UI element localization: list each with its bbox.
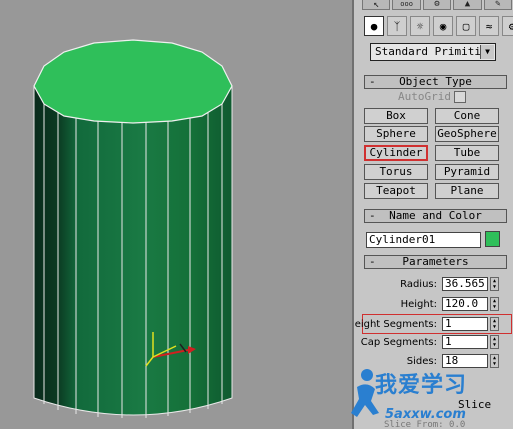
create-category-icons: ● ᛉ ☼ ◉ ▢ ≈ ⚙ (364, 16, 513, 38)
height-segments-field[interactable]: 1 (442, 317, 488, 331)
pyramid-button[interactable]: Pyramid (435, 164, 499, 180)
radius-field[interactable]: 36.565 (442, 277, 488, 291)
plane-button[interactable]: Plane (435, 183, 499, 199)
object-color-swatch[interactable] (485, 231, 500, 247)
panel-tabs: ↖ ooo ⚙ ▲ ✎ (362, 0, 513, 10)
height-segments-spinner[interactable]: ▲ ▼ (490, 317, 499, 331)
height-field[interactable]: 120.0 (442, 297, 488, 311)
spacewarps-icon[interactable]: ≈ (479, 16, 499, 36)
rollout-title: Parameters (402, 255, 469, 268)
shapes-icon[interactable]: ᛉ (387, 16, 407, 36)
parameters-rollout-header[interactable]: - Parameters (364, 255, 507, 269)
teapot-button[interactable]: Teapot (364, 183, 428, 199)
geometry-icon[interactable]: ● (364, 16, 384, 36)
object-type-rollout-header[interactable]: - Object Type (364, 75, 507, 89)
autogrid-label: AutoGrid (398, 90, 451, 103)
tab-modify[interactable]: ooo (392, 0, 421, 10)
cameras-icon[interactable]: ◉ (433, 16, 453, 36)
watermark-text: 我爱学习 (375, 373, 468, 398)
cap-segments-field[interactable]: 1 (442, 335, 488, 349)
height-label: Height: (400, 299, 437, 310)
tab-hierarchy[interactable]: ⚙ (422, 0, 452, 10)
watermark: 我爱学习 5axxw.com (345, 365, 513, 429)
torus-button[interactable]: Torus (364, 164, 428, 180)
tab-motion[interactable]: ▲ (453, 0, 482, 10)
height-segments-label: Height Segments: (352, 319, 437, 330)
chevron-down-icon[interactable]: ▼ (480, 45, 494, 59)
cylinder-object[interactable] (0, 0, 352, 429)
perspective-viewport[interactable] (0, 0, 352, 429)
watermark-url: 5axxw.com (385, 407, 466, 422)
rollout-title: Object Type (399, 75, 472, 88)
radius-spinner[interactable]: ▲ ▼ (490, 277, 499, 291)
lights-icon[interactable]: ☼ (410, 16, 430, 36)
box-button[interactable]: Box (364, 108, 428, 124)
tab-create[interactable]: ↖ (362, 0, 391, 10)
height-spinner[interactable]: ▲ ▼ (490, 297, 499, 311)
cylinder-top-cap (33, 39, 233, 124)
category-dropdown[interactable]: Standard Primitiv ▼ (370, 43, 496, 61)
name-color-rollout-header[interactable]: - Name and Color (364, 209, 507, 223)
systems-icon[interactable]: ⚙ (502, 16, 513, 36)
cylinder-button[interactable]: Cylinder (364, 145, 428, 161)
geosphere-button[interactable]: GeoSphere (435, 126, 499, 142)
cap-segments-spinner[interactable]: ▲ ▼ (490, 335, 499, 349)
autogrid-checkbox[interactable] (453, 90, 466, 103)
rollout-title: Name and Color (389, 209, 482, 222)
tab-utilities[interactable]: ✎ (483, 0, 513, 10)
tube-button[interactable]: Tube (435, 145, 499, 161)
category-dropdown-value: Standard Primitiv (375, 45, 488, 58)
autogrid-row[interactable]: AutoGrid (398, 90, 466, 103)
cone-button[interactable]: Cone (435, 108, 499, 124)
sphere-button[interactable]: Sphere (364, 126, 428, 142)
helpers-icon[interactable]: ▢ (456, 16, 476, 36)
cap-segments-label: Cap Segments: (360, 337, 437, 348)
radius-label: Radius: (400, 279, 437, 290)
object-name-field[interactable]: Cylinder01 (366, 232, 481, 248)
